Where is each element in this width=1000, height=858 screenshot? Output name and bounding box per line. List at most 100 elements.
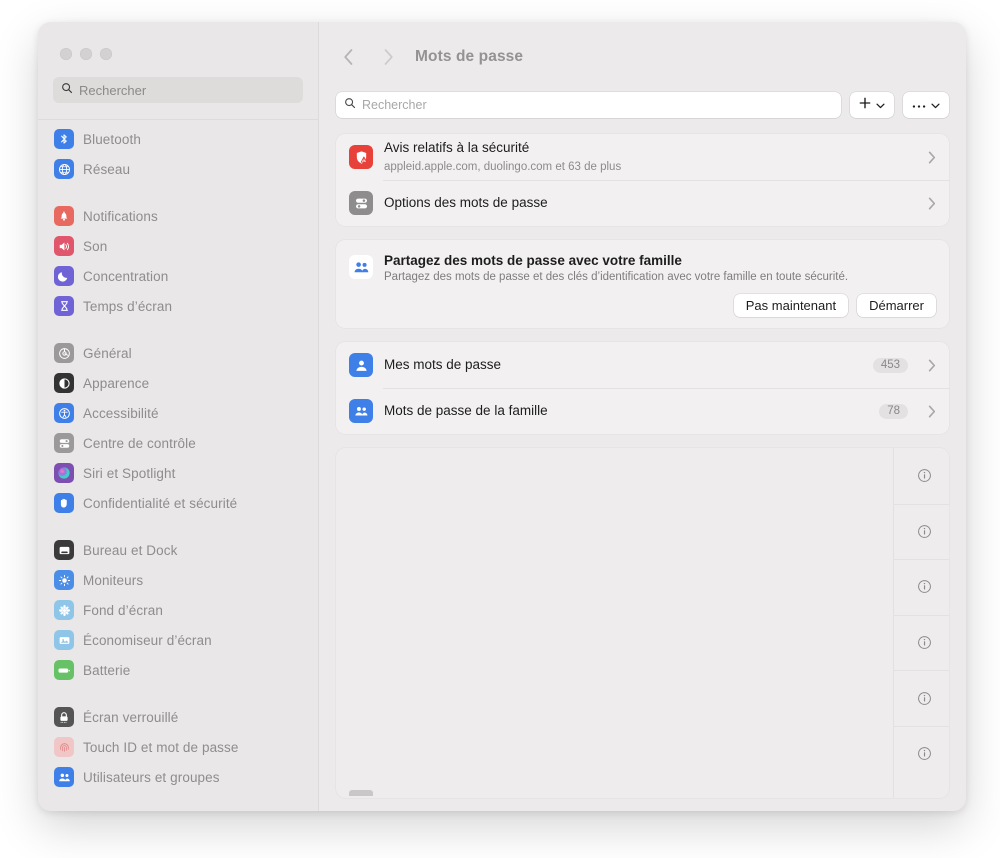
contrast-icon [54,373,74,393]
password-entry-row[interactable] [336,559,949,615]
sidebar-item-label: Notifications [83,208,158,224]
accessibility-icon [54,403,74,423]
sidebar-item-siri-et-spotlight[interactable]: Siri et Spotlight [46,458,310,488]
sidebar-item-son[interactable]: Son [46,231,310,261]
sidebar-group: Bureau et Dock Moniteurs Fond d’écran Écono… [38,535,318,685]
sidebar-item-utilisateurs-et-groupes[interactable]: Utilisateurs et groupes [46,762,310,792]
globe-icon [54,159,74,179]
sidebar-item-r-seau[interactable]: Réseau [46,154,310,184]
brightness-icon [54,570,74,590]
sidebar-item-batterie[interactable]: Batterie [46,655,310,685]
info-circle-icon[interactable] [917,468,932,483]
sidebar-item-g-n-ral[interactable]: Général [46,338,310,368]
ellipsis-icon [912,96,926,114]
moon-icon [54,266,74,286]
person-icon [349,353,373,377]
chevron-right-icon [928,196,936,210]
sidebar-group: Écran verrouillé Touch ID et mot de passe… [38,702,318,792]
speaker-icon [54,236,74,256]
hand-icon [54,493,74,513]
family-passwords-text: Mots de passe de la famille [384,402,868,420]
screensaver-icon [54,630,74,650]
window-traffic-lights [38,22,318,60]
sidebar-item-centre-de-contr-le[interactable]: Centre de contrôle [46,428,310,458]
sidebar-item-temps-d-cran[interactable]: Temps d’écran [46,291,310,321]
sidebar-item-notifications[interactable]: Notifications [46,201,310,231]
sidebar-group-separator [38,184,318,201]
minimize-button[interactable] [80,48,92,60]
partial-row-indicator [349,790,373,796]
system-settings-window: Rechercher Bluetooth Réseau Notifications S… [38,22,966,811]
sidebar-item-apparence[interactable]: Apparence [46,368,310,398]
chevron-down-icon [876,96,885,114]
sidebar-item-accessibilit[interactable]: Accessibilité [46,398,310,428]
my-passwords-text: Mes mots de passe [384,356,862,374]
password-options-text: Options des mots de passe [384,194,917,212]
sidebar-item-fond-d-cran[interactable]: Fond d’écran [46,595,310,625]
back-button[interactable] [333,42,363,72]
users-groups-icon [54,767,74,787]
zoom-button[interactable] [100,48,112,60]
sidebar-item-label: Temps d’écran [83,298,173,314]
family-passwords-row[interactable]: Mots de passe de la famille 78 [336,388,949,434]
info-circle-icon[interactable] [917,746,932,761]
sidebar-item-label: Général [83,345,132,361]
sidebar-item-label: Concentration [83,268,169,284]
page-title: Mots de passe [415,48,524,65]
sidebar-item-conomiseur-d-cran[interactable]: Économiseur d’écran [46,625,310,655]
password-options-icon [349,191,373,215]
sidebar-item-label: Confidentialité et sécurité [83,495,238,511]
passwords-search-input[interactable]: Rechercher [336,92,841,118]
sidebar-item-label: Accessibilité [83,405,159,421]
more-options-button[interactable] [903,92,949,118]
bell-icon [54,206,74,226]
start-button[interactable]: Démarrer [857,294,936,317]
sidebar-item-bureau-et-dock[interactable]: Bureau et Dock [46,535,310,565]
security-alerts-text: Avis relatifs à la sécurité appleid.appl… [384,139,917,174]
security-alerts-subtitle: appleid.apple.com, duolingo.com et 63 de… [384,160,622,173]
info-circle-icon[interactable] [917,691,932,706]
sidebar-item-label: Bluetooth [83,131,141,147]
password-entry-row[interactable] [336,614,949,671]
gear-icon [54,343,74,363]
people-icon [349,399,373,423]
info-circle-icon[interactable] [917,635,932,650]
info-circle-icon[interactable] [917,524,932,539]
sidebar-group-separator [38,321,318,338]
sidebar-item-confidentialit-et-s-curit[interactable]: Confidentialité et sécurité [46,488,310,518]
passwords-search-placeholder: Rechercher [362,98,427,112]
sidebar-item-concentration[interactable]: Concentration [46,261,310,291]
security-alerts-row[interactable]: Avis relatifs à la sécurité appleid.appl… [336,134,949,180]
sidebar-item-moniteurs[interactable]: Moniteurs [46,565,310,595]
password-entry-row[interactable] [336,503,949,560]
sidebar-search-field[interactable]: Rechercher [53,77,303,103]
my-passwords-row[interactable]: Mes mots de passe 453 [336,342,949,388]
family-passwords-count: 78 [879,403,908,419]
password-entry-row[interactable] [336,725,949,782]
sidebar-item-bluetooth[interactable]: Bluetooth [46,124,310,154]
sidebar-group: Bluetooth Réseau [38,124,318,184]
password-entry-row[interactable] [336,670,949,726]
entries-rows [336,448,949,782]
password-entry-row[interactable] [336,448,949,504]
password-options-row[interactable]: Options des mots de passe [336,180,949,226]
sidebar-group: Général Apparence Accessibilité Centre de c… [38,338,318,518]
not-now-button[interactable]: Pas maintenant [733,294,849,317]
lock-screen-icon [54,707,74,727]
sidebar-item-touch-id-et-mot-de-passe[interactable]: Touch ID et mot de passe [46,732,310,762]
security-shield-warning-icon [349,145,373,169]
chevron-right-icon [928,150,936,164]
forward-button[interactable] [373,42,403,72]
sidebar-item-cran-verrouill[interactable]: Écran verrouillé [46,702,310,732]
detail-titlebar: Mots de passe [319,22,966,92]
close-button[interactable] [60,48,72,60]
info-circle-icon[interactable] [917,579,932,594]
hourglass-icon [54,296,74,316]
add-password-button[interactable] [850,92,894,118]
sidebar-nav: Bluetooth Réseau Notifications Son Concentra… [38,120,318,792]
siri-icon [54,463,74,483]
sidebar-item-label: Touch ID et mot de passe [83,739,239,755]
family-share-text: Partagez des mots de passe avec votre fa… [384,253,936,283]
sidebar-item-label: Fond d’écran [83,602,163,618]
detail-content: Avis relatifs à la sécurité appleid.appl… [319,134,966,798]
